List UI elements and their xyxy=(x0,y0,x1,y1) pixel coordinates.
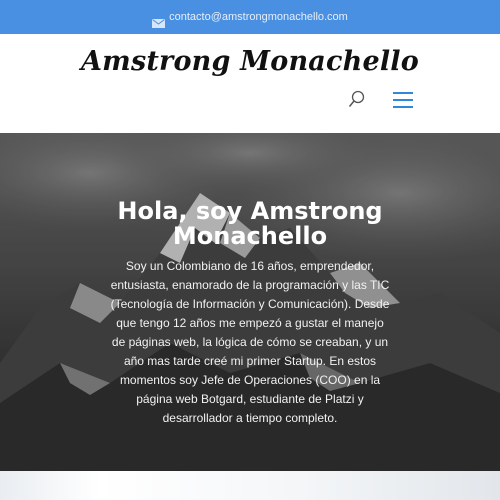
envelope-icon xyxy=(152,13,166,28)
hero-section: Hola, soy Amstrong Monachello Soy un Col… xyxy=(0,133,500,471)
contact-email-link[interactable]: contacto@amstrongmonachello.com xyxy=(169,11,348,23)
site-header: Amstrong Monachello xyxy=(0,34,500,133)
hero-title-line: Monachello xyxy=(172,222,328,250)
hero-title: Hola, soy Amstrong Monachello xyxy=(40,199,460,249)
search-icon[interactable] xyxy=(348,90,366,110)
top-bar: contacto@amstrongmonachello.com xyxy=(0,0,500,34)
hamburger-menu-icon[interactable] xyxy=(393,92,413,108)
hero-bio-text: Soy un Colombiano de 16 años, emprendedo… xyxy=(110,259,390,425)
site-logo[interactable]: Amstrong Monachello xyxy=(0,46,500,77)
next-section-preview xyxy=(0,471,500,500)
hero-title-line: Hola, soy Amstrong xyxy=(117,197,383,225)
